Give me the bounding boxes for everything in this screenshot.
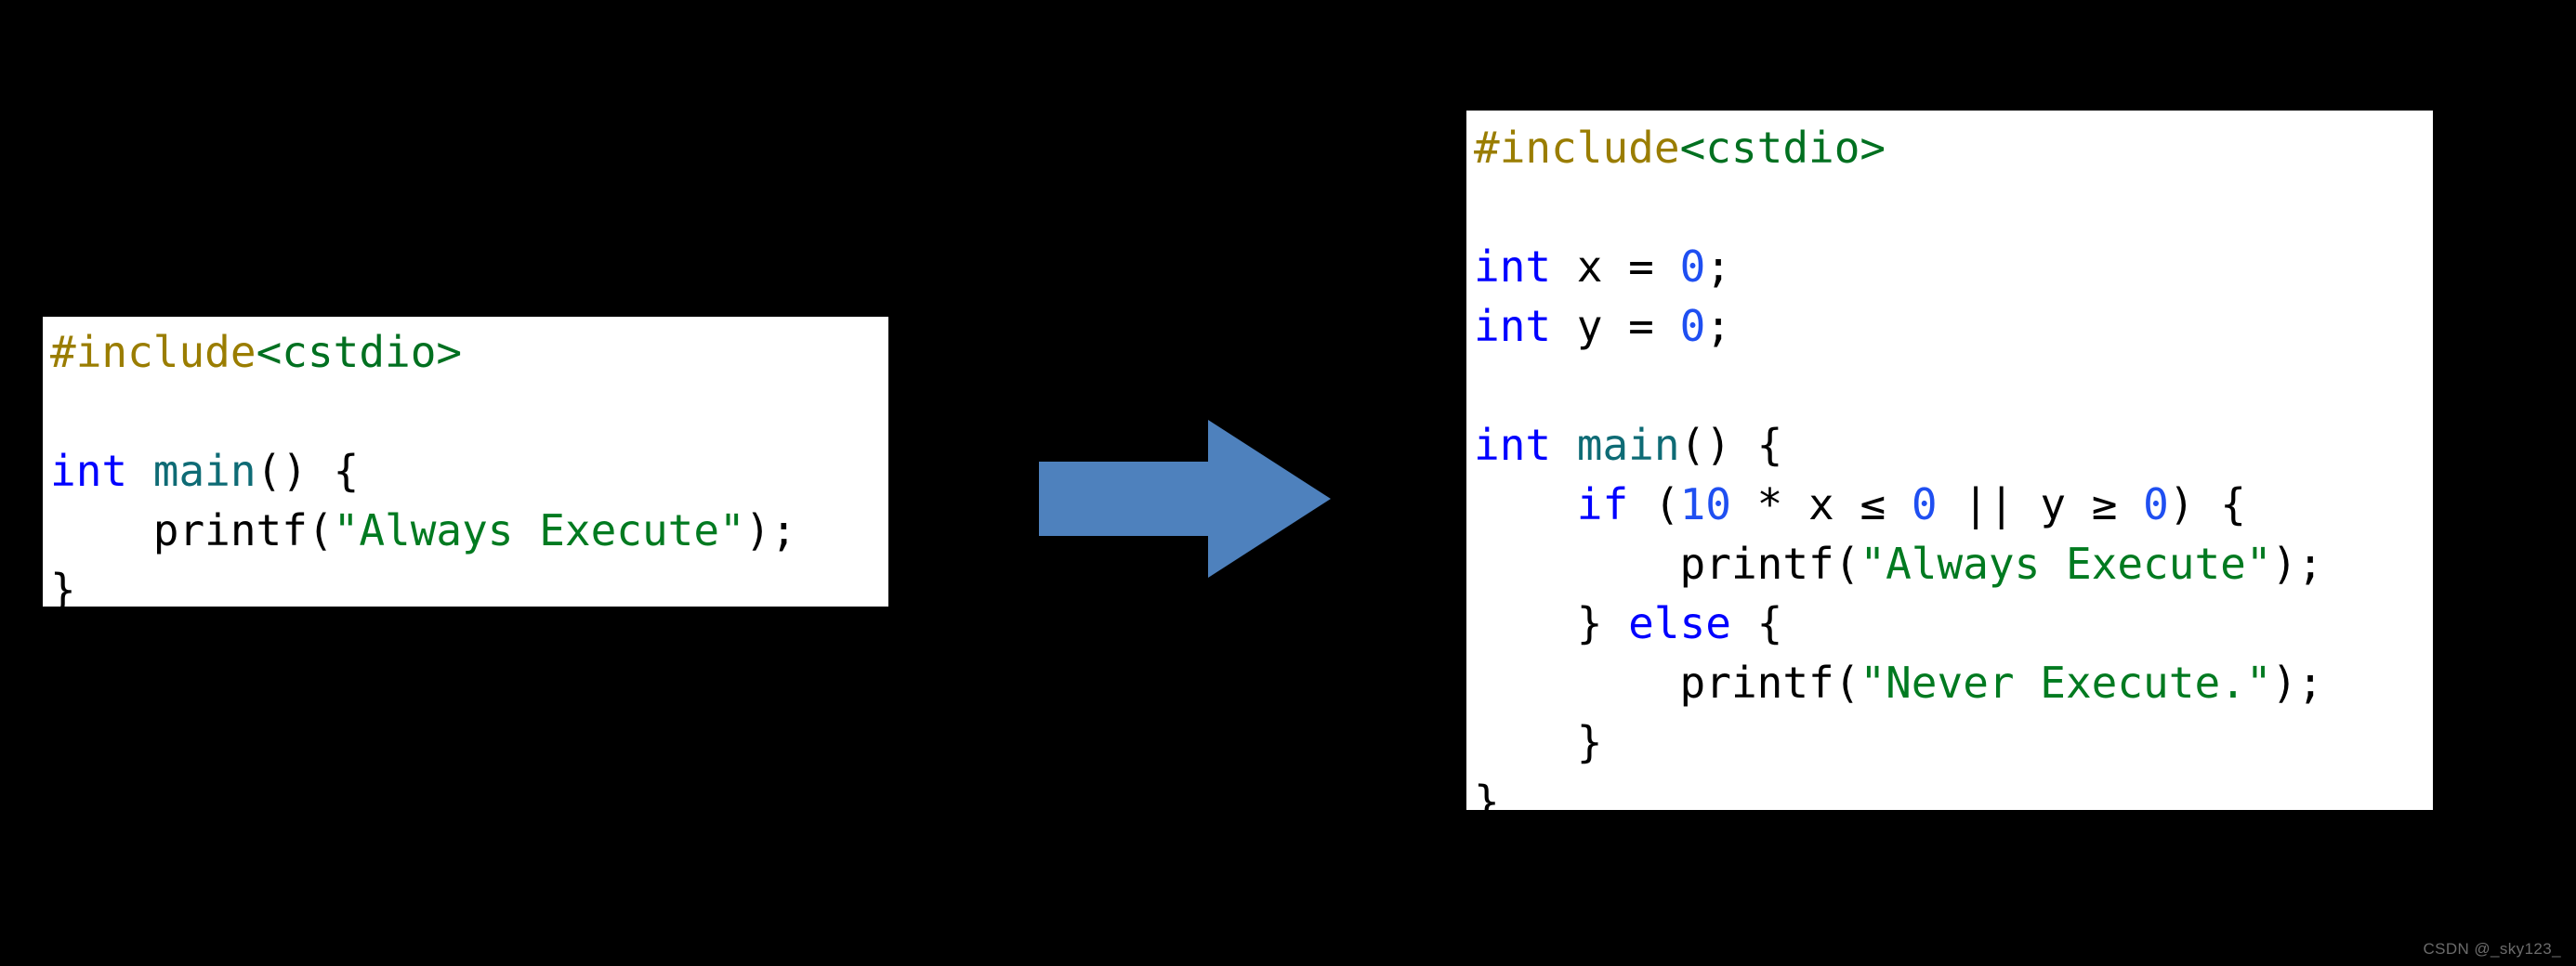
code-token: 0 <box>1679 301 1706 351</box>
code-token: 0 <box>1911 479 1938 529</box>
code-token: printf( <box>1474 658 1860 708</box>
code-token: x = <box>1551 242 1680 292</box>
transformed-code-snippet-panel: #include<cstdio> int x = 0; int y = 0; in… <box>1466 111 2433 810</box>
code-token: ) { <box>2168 479 2246 529</box>
code-token: ( <box>1628 479 1680 529</box>
code-line: int y = 0; <box>1474 296 2433 356</box>
code-token: ); <box>744 505 797 555</box>
code-token: printf( <box>50 505 334 555</box>
code-token: "Always Execute" <box>1860 539 2272 589</box>
code-token: 0 <box>2143 479 2169 529</box>
code-line: int main() { <box>1474 415 2433 475</box>
code-token: } <box>1474 598 1629 648</box>
code-line: int x = 0; <box>1474 237 2433 296</box>
right-arrow-shape <box>1039 420 1331 578</box>
code-token: <cstdio> <box>1679 123 1886 173</box>
code-line: #include<cstdio> <box>1474 118 2433 177</box>
original-code-snippet-panel: #include<cstdio> int main() { printf("Al… <box>43 317 888 607</box>
code-token: "Never Execute." <box>1860 658 2272 708</box>
code-token: printf( <box>1474 539 1860 589</box>
code-token: y = <box>1551 301 1680 351</box>
code-token: 10 <box>1679 479 1731 529</box>
code-token: ≥ <box>2091 479 2118 529</box>
code-token: ; <box>1705 301 1731 351</box>
code-token: () { <box>256 446 360 496</box>
code-token: int <box>1474 301 1552 351</box>
code-token: ); <box>2271 539 2323 589</box>
code-token: ); <box>2271 658 2323 708</box>
code-line: } <box>50 560 888 607</box>
code-line: #include<cstdio> <box>50 322 888 382</box>
code-token: main <box>1576 420 1680 470</box>
code-token: } <box>1474 777 1500 810</box>
code-token: } <box>50 565 76 607</box>
code-token: #include <box>1474 123 1680 173</box>
code-line: } else { <box>1474 594 2433 653</box>
code-token: } <box>1474 717 1603 767</box>
code-line: if (10 * x ≤ 0 || y ≥ 0) { <box>1474 475 2433 534</box>
code-token: int <box>1474 242 1552 292</box>
code-token: * x <box>1730 479 1860 529</box>
code-token: "Always Execute" <box>333 505 745 555</box>
code-token: () { <box>1679 420 1783 470</box>
code-token: { <box>1730 598 1783 648</box>
code-token: ≤ <box>1860 479 1886 529</box>
code-line: printf("Never Execute."); <box>1474 653 2433 712</box>
right-arrow-icon <box>1039 420 1331 578</box>
transform-arrow <box>1039 420 1331 578</box>
code-token: ; <box>1705 242 1731 292</box>
code-line: int main() { <box>50 441 888 501</box>
code-token: if <box>1576 479 1629 529</box>
code-token: else <box>1628 598 1731 648</box>
csdn-watermark: CSDN @_sky123_ <box>2423 940 2561 958</box>
code-line: printf("Always Execute"); <box>1474 534 2433 594</box>
code-token: int <box>50 446 128 496</box>
code-line: } <box>1474 772 2433 810</box>
code-token: int <box>1474 420 1552 470</box>
code-token: #include <box>50 327 256 377</box>
code-line: printf("Always Execute"); <box>50 501 888 560</box>
code-token: || y <box>1937 479 2092 529</box>
code-line: } <box>1474 712 2433 772</box>
code-token: 0 <box>1679 242 1706 292</box>
code-token: <cstdio> <box>256 327 463 377</box>
code-token: main <box>152 446 256 496</box>
